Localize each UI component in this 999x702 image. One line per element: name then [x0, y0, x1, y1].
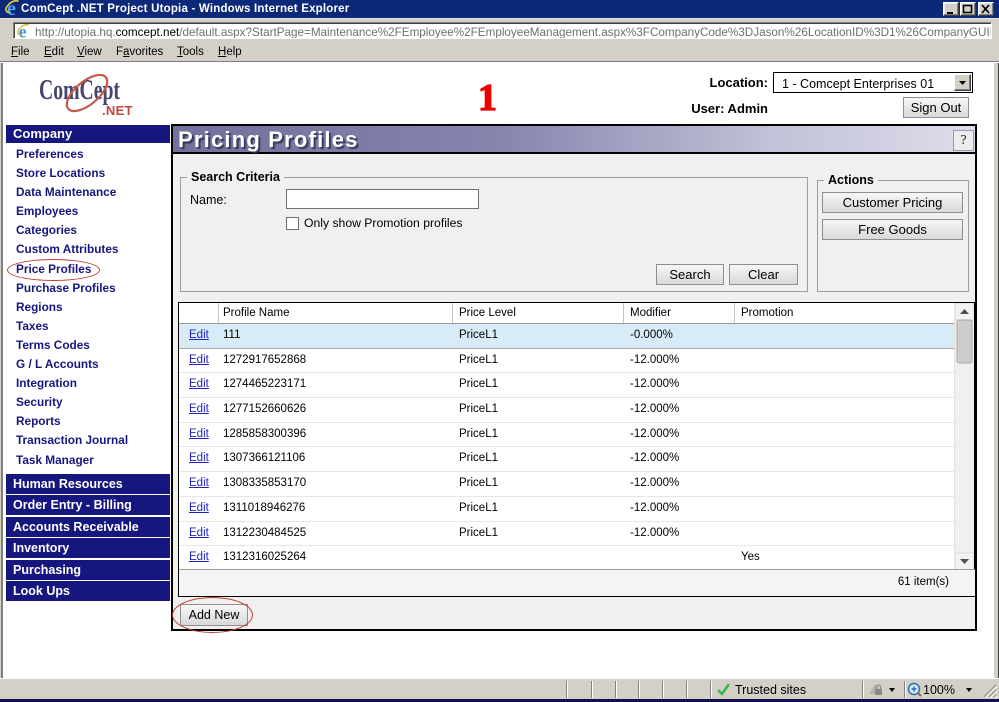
svg-text:.NET: .NET [102, 103, 133, 118]
svg-text:ComCept: ComCept [39, 74, 120, 106]
